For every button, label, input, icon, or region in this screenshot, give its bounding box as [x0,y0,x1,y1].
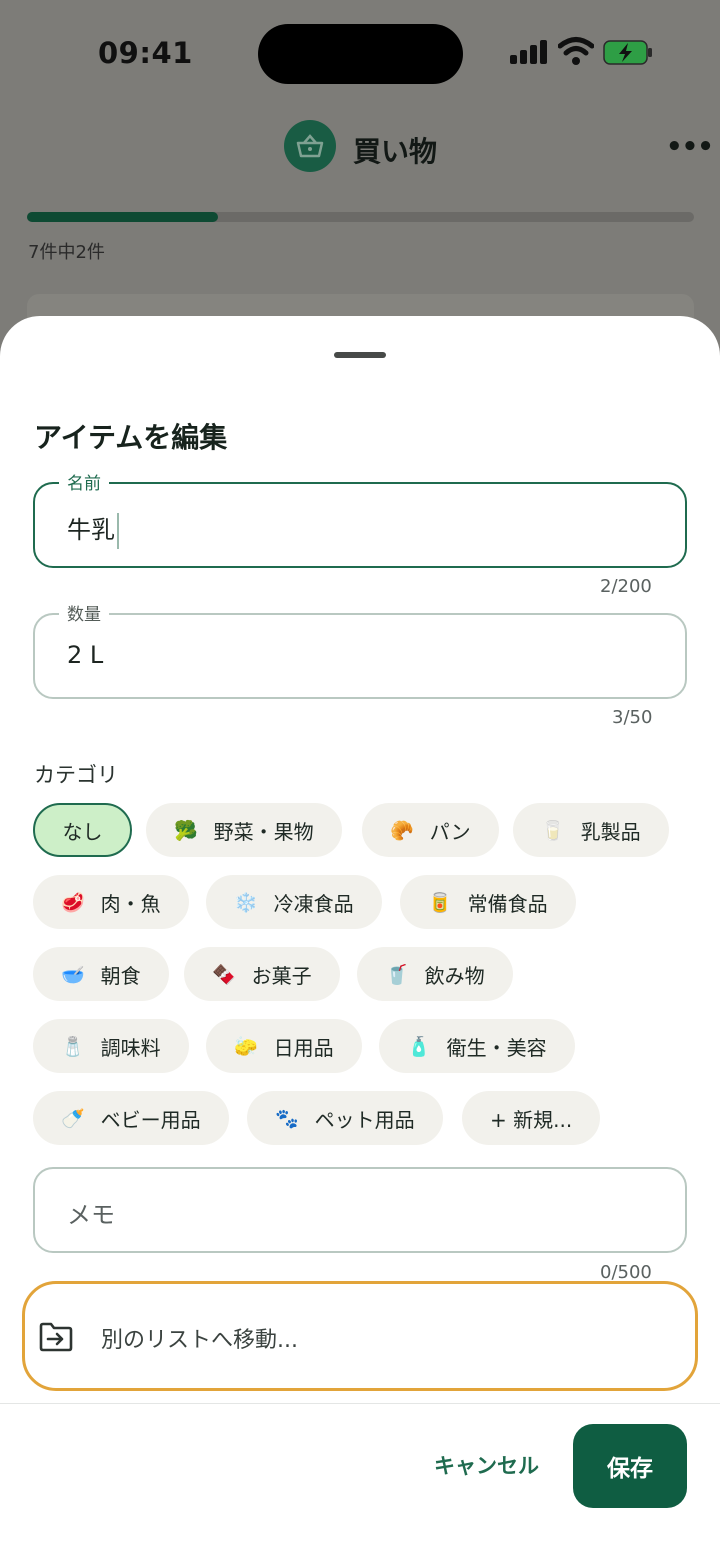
cancel-button[interactable]: キャンセル [420,1442,553,1488]
quantity-field-value: 2 L [67,641,104,669]
name-counter: 2/200 [600,576,652,597]
category-chip-produce[interactable]: 🥦 野菜・果物 [146,803,342,857]
name-field-wrapper: 牛乳 [67,510,119,549]
broccoli-icon: 🥦 [174,819,198,842]
progress-text: 7件中2件 [28,242,105,263]
category-chip-drinks[interactable]: 🥤 飲み物 [357,947,513,1001]
meat-icon: 🥩 [61,891,85,914]
chip-label: ベビー用品 [100,1107,201,1132]
name-field-value: 牛乳 [67,516,115,544]
status-time: 09:41 [98,36,193,70]
category-chip-pantry[interactable]: 🥫 常備食品 [400,875,576,929]
canned-food-icon: 🥫 [428,891,452,914]
chip-label: お菓子 [251,963,312,988]
memo-counter: 0/500 [600,1262,652,1283]
category-chip-pet[interactable]: 🐾 ペット用品 [247,1091,443,1145]
chocolate-icon: 🍫 [212,963,236,986]
chip-label: 肉・魚 [100,891,161,916]
salt-icon: 🧂 [61,1035,85,1058]
move-to-list-button[interactable]: 別のリストへ移動... [22,1281,698,1391]
chip-label: 常備食品 [467,891,548,916]
text-caret [117,513,119,549]
sheet-drag-handle[interactable] [334,352,386,358]
category-chip-none[interactable]: なし [33,803,132,857]
category-chip-new[interactable]: + 新規... [462,1091,601,1145]
battery-icon [603,40,652,65]
more-options-icon[interactable]: ••• [666,132,714,162]
progress-bar [27,212,694,222]
category-chip-breakfast[interactable]: 🥣 朝食 [33,947,169,1001]
app-bar: 買い物 ••• [0,118,720,178]
chip-label: 野菜・果物 [213,819,314,844]
edit-item-sheet: アイテムを編集 名前 牛乳 2/200 数量 2 L 3/50 カテゴリ なし … [0,316,720,1564]
category-chip-hygiene[interactable]: 🧴 衛生・美容 [379,1019,575,1073]
signal-icon [510,40,548,64]
chip-label: 調味料 [100,1035,161,1060]
milk-glass-icon: 🥛 [541,819,565,842]
category-chip-household[interactable]: 🧽 日用品 [206,1019,362,1073]
lotion-icon: 🧴 [407,1035,431,1058]
paw-icon: 🐾 [275,1107,299,1130]
chip-label: なし [62,819,103,844]
croissant-icon: 🥐 [390,819,414,842]
chip-label: 朝食 [100,963,141,988]
status-bar: 09:41 [0,22,720,84]
basket-icon [284,120,336,172]
save-button[interactable]: 保存 [573,1424,687,1508]
quantity-field[interactable]: 数量 2 L [33,600,687,699]
folder-move-icon [39,1322,73,1352]
chip-label: ペット用品 [314,1107,415,1132]
category-chip-bread[interactable]: 🥐 パン [362,803,499,857]
chip-label: 冷凍食品 [273,891,354,916]
category-chip-dairy[interactable]: 🥛 乳製品 [513,803,669,857]
bowl-icon: 🥣 [61,963,85,986]
category-label: カテゴリ [34,763,118,787]
chip-label: 飲み物 [424,963,485,988]
chip-label: + 新規... [490,1107,573,1132]
chip-label: パン [429,819,471,844]
name-field[interactable]: 名前 牛乳 [33,469,687,568]
category-chip-frozen[interactable]: ❄️ 冷凍食品 [206,875,382,929]
chip-label: 日用品 [273,1035,334,1060]
memo-placeholder: メモ [67,1201,115,1229]
category-chip-snacks[interactable]: 🍫 お菓子 [184,947,340,1001]
quantity-field-label: 数量 [59,600,109,625]
name-field-label: 名前 [59,469,109,494]
cup-icon: 🥤 [385,963,409,986]
move-to-list-label: 別のリストへ移動... [101,1328,298,1353]
quantity-counter: 3/50 [612,707,653,728]
app-title: 買い物 [353,135,438,168]
progress-fill [27,212,218,222]
dynamic-island [258,24,463,84]
category-chip-meat-fish[interactable]: 🥩 肉・魚 [33,875,189,929]
divider [0,1403,720,1404]
chip-label: 乳製品 [580,819,641,844]
category-chip-seasoning[interactable]: 🧂 調味料 [33,1019,189,1073]
chip-label: 衛生・美容 [446,1035,547,1060]
wifi-icon [558,37,594,65]
memo-field[interactable]: メモ [33,1167,687,1253]
baby-bottle-icon: 🍼 [61,1107,85,1130]
sponge-icon: 🧽 [234,1035,258,1058]
sheet-title: アイテムを編集 [34,421,228,454]
category-chip-baby[interactable]: 🍼 ベビー用品 [33,1091,229,1145]
snowflake-icon: ❄️ [234,891,258,914]
